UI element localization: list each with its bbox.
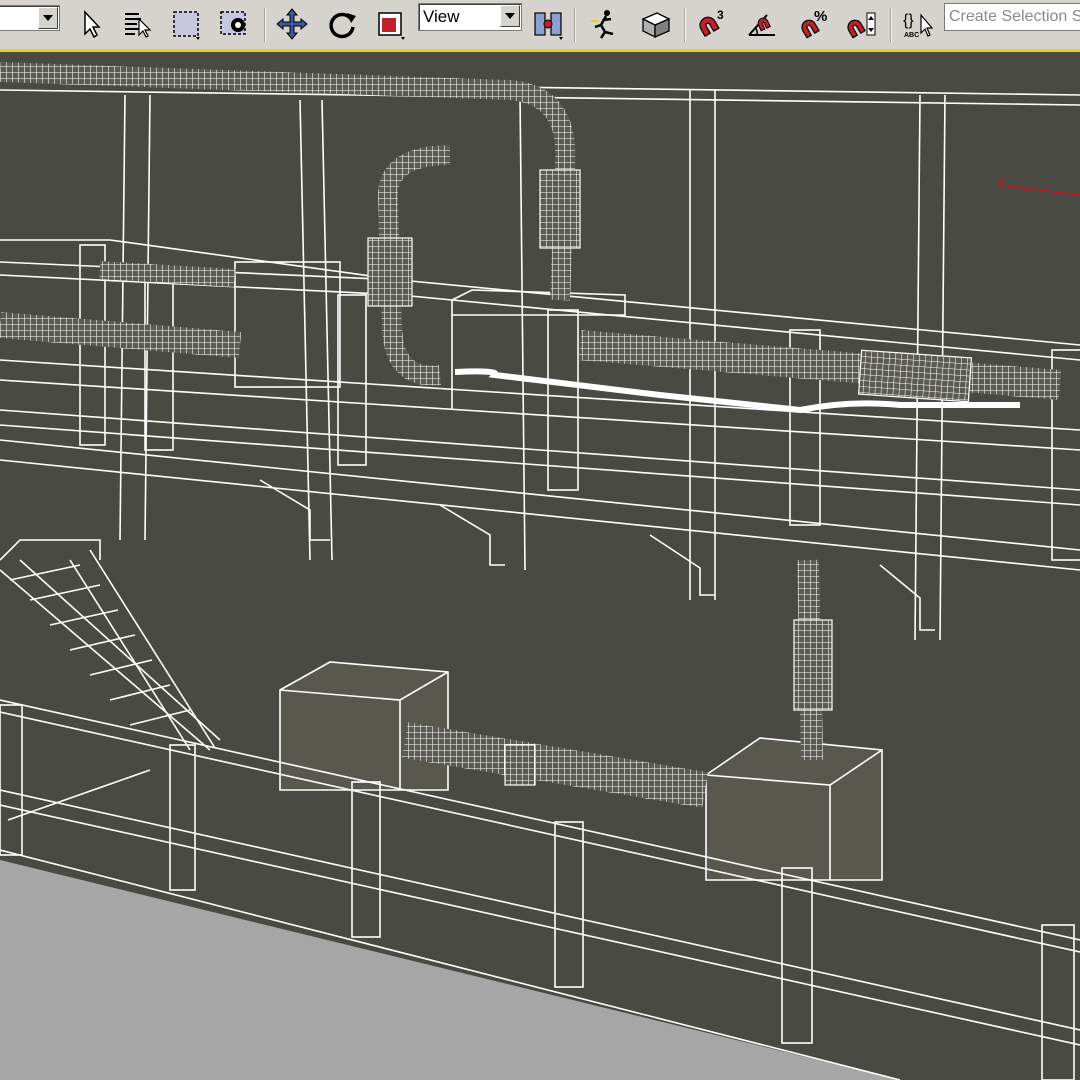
max-window: View 3 % {} ABC Create Selection y <box>0 0 1080 1080</box>
svg-text:y: y <box>998 175 1004 187</box>
main-toolbar: View 3 % {} ABC Create Selection <box>0 0 1080 52</box>
toolbar-separator <box>890 8 892 42</box>
toolbar-separator <box>574 8 576 42</box>
angle-snap-icon <box>748 14 775 36</box>
angle-snap-button[interactable] <box>742 4 782 44</box>
use-pivot-center-button[interactable] <box>528 4 568 44</box>
spinner-snap-icon <box>847 12 876 39</box>
selection-filter-dropdown[interactable] <box>0 5 60 31</box>
named-selection-sets-input[interactable]: Create Selection Set <box>944 3 1080 31</box>
select-by-name-icon <box>125 13 152 38</box>
toolbar-separator <box>684 8 686 42</box>
window-crossing-icon <box>220 11 246 35</box>
perspective-viewport[interactable]: y <box>0 55 1080 1080</box>
percent-snap-button[interactable]: % <box>794 4 834 44</box>
chevron-down-icon[interactable] <box>500 5 520 27</box>
select-and-scale-icon <box>378 12 405 40</box>
select-by-name-button[interactable] <box>118 4 158 44</box>
svg-text:3: 3 <box>717 8 724 22</box>
select-and-scale-button[interactable] <box>370 4 410 44</box>
keyboard-shortcut-override-icon <box>641 12 671 39</box>
edit-named-selection-sets-icon: {} ABC <box>903 12 934 39</box>
select-and-move-icon <box>276 8 308 40</box>
select-object-button[interactable] <box>70 4 110 44</box>
wireframe-scene: y <box>0 55 1080 1080</box>
percent-snap-icon: % <box>801 8 827 39</box>
spinner-snap-button[interactable] <box>842 4 882 44</box>
toolbar-separator <box>264 8 266 42</box>
svg-text:%: % <box>814 8 827 25</box>
select-and-rotate-button[interactable] <box>322 4 362 44</box>
reference-coordinate-dropdown[interactable]: View <box>418 3 522 31</box>
rectangular-selection-region-icon <box>173 11 200 40</box>
svg-text:{}: {} <box>903 12 914 29</box>
keyboard-shortcut-override-button[interactable] <box>636 4 676 44</box>
select-and-manipulate-icon <box>591 10 614 39</box>
select-and-rotate-icon <box>329 12 356 39</box>
select-and-manipulate-button[interactable] <box>584 4 624 44</box>
svg-text:ABC: ABC <box>904 32 919 39</box>
select-and-move-button[interactable] <box>272 4 312 44</box>
rectangular-selection-button[interactable] <box>166 4 206 44</box>
window-crossing-button[interactable] <box>214 4 254 44</box>
use-pivot-center-icon <box>534 12 563 40</box>
edit-named-selection-sets-button[interactable]: {} ABC <box>898 4 938 44</box>
snaps-toggle-button[interactable]: 3 <box>692 4 732 44</box>
select-object-icon <box>84 10 101 39</box>
snaps-toggle-icon: 3 <box>699 8 724 38</box>
chevron-down-icon[interactable] <box>38 7 58 29</box>
